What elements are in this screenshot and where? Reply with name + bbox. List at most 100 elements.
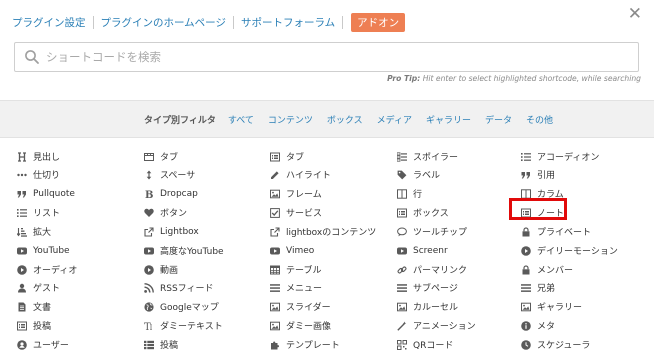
filter-data[interactable]: データ [485,113,512,126]
filter-other[interactable]: その他 [526,113,553,126]
shortcode-item[interactable]: スペーサ [144,167,195,182]
shortcode-item[interactable]: ギャラリー [521,299,582,314]
globe-icon [144,301,154,312]
addons-button[interactable]: アドオン [351,12,406,32]
shortcode-item[interactable]: T I ダミーテキスト [144,318,223,333]
shortcode-item[interactable]: 拡大 [17,224,51,239]
shortcode-item[interactable]: カルーセル [397,299,458,314]
shortcode-label: スライダー [286,303,331,313]
heading-icon [17,151,27,162]
shortcode-item[interactable]: 仕切り [17,167,60,182]
shortcode-label: アニメーション [413,322,476,332]
shortcode-item[interactable]: 引用 [521,167,555,182]
shortcode-item[interactable]: Screenr [397,243,448,258]
shortcode-label: リスト [33,209,61,219]
shortcode-item[interactable]: 見出し [17,149,60,164]
shortcode-item[interactable]: サービス [270,205,322,220]
support-forum-link[interactable]: サポートフォーラム [241,15,335,30]
shortcode-item[interactable]: ツールチップ [397,224,467,239]
shortcode-item[interactable]: ユーザー [17,337,69,352]
shortcode-item[interactable]: ゲスト [17,280,60,295]
shortcode-item[interactable]: ハイライト [270,167,331,182]
shortcode-item[interactable]: アコーディオン [521,149,599,164]
filter-gallery[interactable]: ギャラリー [426,113,471,126]
shortcode-item[interactable]: スケジューラ [521,337,590,352]
rss-icon [144,282,154,293]
shortcode-item[interactable]: YouTube [17,243,70,258]
shortcode-label: サービス [286,209,323,219]
tabs-icon [144,152,154,162]
shortcode-item[interactable]: スポイラー [397,149,458,164]
picture-icon [270,302,280,312]
youtube-play-icon [397,246,407,256]
shortcode-label: スポイラー [413,153,459,163]
shortcode-item[interactable]: プライベート [521,224,591,239]
shortcode-label: Pullquote [33,188,75,199]
shortcode-item[interactable]: Pullquote [17,186,75,201]
shortcode-item[interactable]: Googleマップ [144,299,219,314]
shortcode-item[interactable]: 文書 [17,299,51,314]
shortcode-label: ギャラリー [537,303,583,313]
type-filter-bar: タイプ別フィルタ すべて コンテンツ ボックス メディア ギャラリー データ そ… [0,100,654,138]
shortcode-item[interactable]: タブ [270,149,304,164]
shortcode-item[interactable]: ボタン [144,205,187,220]
shortcode-item[interactable]: パーマリンク [397,262,467,277]
filter-box[interactable]: ボックス [327,113,363,126]
filter-content[interactable]: コンテンツ [268,113,313,126]
shortcode-label: Vimeo [286,245,315,256]
shortcode-item[interactable]: RSSフィード [144,280,214,295]
shortcode-item[interactable]: 動画 [144,262,178,277]
shortcode-label: 投稿 [160,341,179,351]
shortcode-label: 引用 [537,171,556,181]
shortcode-label: lightboxのコンテンツ [286,228,377,238]
nav-divider [232,15,234,29]
pencil-icon [270,170,280,180]
shortcode-item[interactable]: ラベル [397,167,440,182]
shortcode-item[interactable]: QRコード [397,337,453,352]
shortcode-label: YouTube [33,245,70,256]
list-icon [17,208,27,218]
shortcode-label: サブページ [413,284,458,294]
search-input[interactable] [46,43,638,71]
close-icon[interactable]: ✕ [628,6,642,23]
shortcode-item[interactable]: リスト [17,205,60,220]
shortcode-item[interactable]: ボックス [397,205,449,220]
filter-media[interactable]: メディア [377,113,412,126]
shortcode-label: メンバー [537,266,574,276]
filter-all[interactable]: すべて [228,113,254,126]
shortcode-item[interactable]: オーディオ [17,262,77,277]
shortcode-label: ハイライト [286,171,331,181]
shortcode-item[interactable]: アニメーション [397,318,476,333]
external-link-icon [270,226,280,237]
shortcode-label: メタ [537,322,556,332]
columns-icon [397,188,407,199]
shortcode-item[interactable]: Lightbox [144,224,199,239]
shortcode-item[interactable]: 兄弟 [521,280,555,295]
shortcode-item[interactable]: メニュー [270,280,322,295]
shortcode-item[interactable]: スライダー [270,299,331,314]
shortcode-item[interactable]: 投稿 [17,318,51,333]
shortcode-label: ユーザー [33,341,69,351]
shortcode-item[interactable]: テーブル [270,262,321,277]
shortcode-item[interactable]: フレーム [270,186,322,201]
shortcode-item[interactable]: サブページ [397,280,458,295]
shortcode-item[interactable]: メンバー [521,262,573,277]
shortcode-item[interactable]: lightboxのコンテンツ [270,224,376,239]
plugin-settings-link[interactable]: プラグイン設定 [12,15,86,30]
shortcode-item[interactable]: B Dropcap [144,186,198,201]
shortcode-item[interactable]: デイリーモーション [521,243,618,258]
youtube-play-icon [17,246,27,256]
shortcode-item[interactable]: テンプレート [270,337,340,352]
shortcode-label: メニュー [286,284,323,294]
shortcode-item[interactable]: メタ [521,318,555,333]
shortcode-item[interactable]: 高度なYouTube [144,243,224,258]
list-alt-icon [397,208,407,218]
shortcode-item[interactable]: Vimeo [270,243,314,258]
plugin-homepage-link[interactable]: プラグインのホームページ [101,15,226,30]
shortcode-item[interactable]: 行 [397,186,422,201]
shortcode-item[interactable]: タブ [144,149,178,164]
pro-tip: Pro Tip: Hit enter to select highlighted… [387,74,641,83]
shortcode-item[interactable]: 投稿 [144,337,178,352]
shortcode-label: 兄弟 [537,284,556,294]
shortcode-item[interactable]: ダミー画像 [270,318,331,333]
